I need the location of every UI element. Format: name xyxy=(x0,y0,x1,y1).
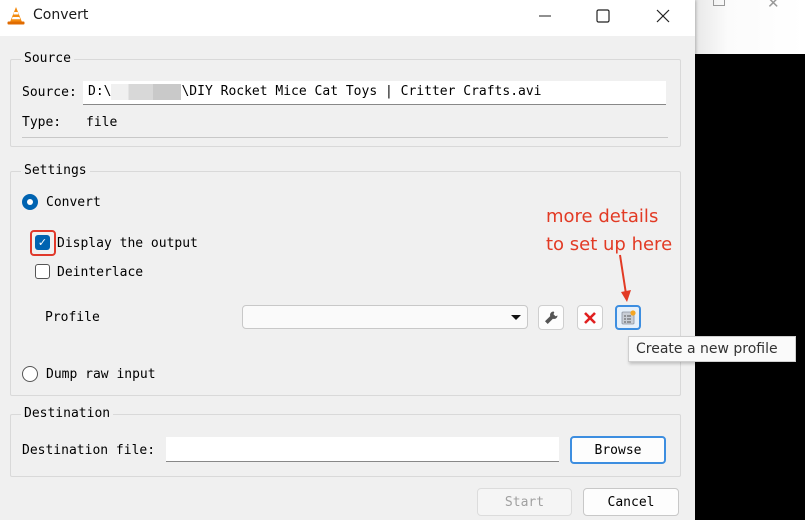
background-maximize-icon[interactable] xyxy=(713,0,725,6)
annotation-text: more details to set up here xyxy=(546,203,672,259)
convert-radio-label[interactable]: Convert xyxy=(46,195,101,210)
destination-file-label: Destination file: xyxy=(22,443,156,458)
profile-dropdown[interactable] xyxy=(242,305,528,329)
dump-raw-label[interactable]: Dump raw input xyxy=(46,367,156,382)
maximize-button[interactable] xyxy=(580,0,626,32)
background-video-area xyxy=(695,54,805,520)
convert-radio[interactable] xyxy=(22,194,38,210)
annotation-arrow-icon xyxy=(619,254,631,302)
minimize-button[interactable] xyxy=(522,0,568,32)
browse-button[interactable]: Browse xyxy=(570,436,666,464)
maximize-icon xyxy=(596,9,610,23)
cancel-button[interactable]: Cancel xyxy=(583,488,679,516)
display-output-label[interactable]: Display the output xyxy=(57,236,198,251)
minimize-icon xyxy=(539,15,551,17)
background-titlebar xyxy=(695,0,805,54)
convert-dialog: Convert Source Source: D:\ \DIY Rocket Mi… xyxy=(0,0,695,520)
checkmark-icon: ✓ xyxy=(37,236,48,249)
deinterlace-label[interactable]: Deinterlace xyxy=(57,265,143,280)
destination-group-label: Destination xyxy=(21,406,114,421)
wrench-icon xyxy=(545,311,558,324)
title-bar: Convert xyxy=(0,0,695,36)
type-label: Type: xyxy=(22,115,62,130)
create-profile-tooltip: Create a new profile xyxy=(628,336,796,362)
window-title: Convert xyxy=(33,7,89,23)
close-icon xyxy=(656,9,670,23)
delete-profile-button[interactable] xyxy=(577,305,603,330)
destination-file-input[interactable] xyxy=(166,437,559,462)
profile-label: Profile xyxy=(45,310,100,325)
close-button[interactable] xyxy=(640,0,686,32)
source-group-label: Source xyxy=(21,51,74,66)
dropdown-arrow-icon xyxy=(511,315,521,320)
background-window: ✕ xyxy=(695,0,805,520)
background-close-icon[interactable]: ✕ xyxy=(767,0,780,12)
settings-group-label: Settings xyxy=(21,163,90,178)
vlc-cone-icon xyxy=(7,7,25,25)
deinterlace-checkbox[interactable] xyxy=(35,264,50,279)
redacted-path-segment xyxy=(111,83,182,100)
display-output-checkbox[interactable]: ✓ xyxy=(35,235,50,250)
source-path-suffix: \DIY Rocket Mice Cat Toys | Critter Craf… xyxy=(181,84,542,99)
delete-x-icon xyxy=(584,311,596,324)
dump-raw-radio[interactable] xyxy=(22,366,38,382)
start-button[interactable]: Start xyxy=(477,488,572,516)
type-value: file xyxy=(86,115,118,130)
create-profile-button[interactable] xyxy=(615,305,641,330)
source-divider xyxy=(22,137,668,138)
source-field[interactable]: D:\ \DIY Rocket Mice Cat Toys | Critter C… xyxy=(83,81,666,105)
new-profile-icon xyxy=(621,309,636,324)
source-path-prefix: D:\ xyxy=(88,84,112,99)
source-label: Source: xyxy=(22,85,77,100)
edit-profile-button[interactable] xyxy=(538,305,564,330)
annotation-line-1: more details xyxy=(546,206,659,227)
annotation-line-2: to set up here xyxy=(546,234,673,255)
